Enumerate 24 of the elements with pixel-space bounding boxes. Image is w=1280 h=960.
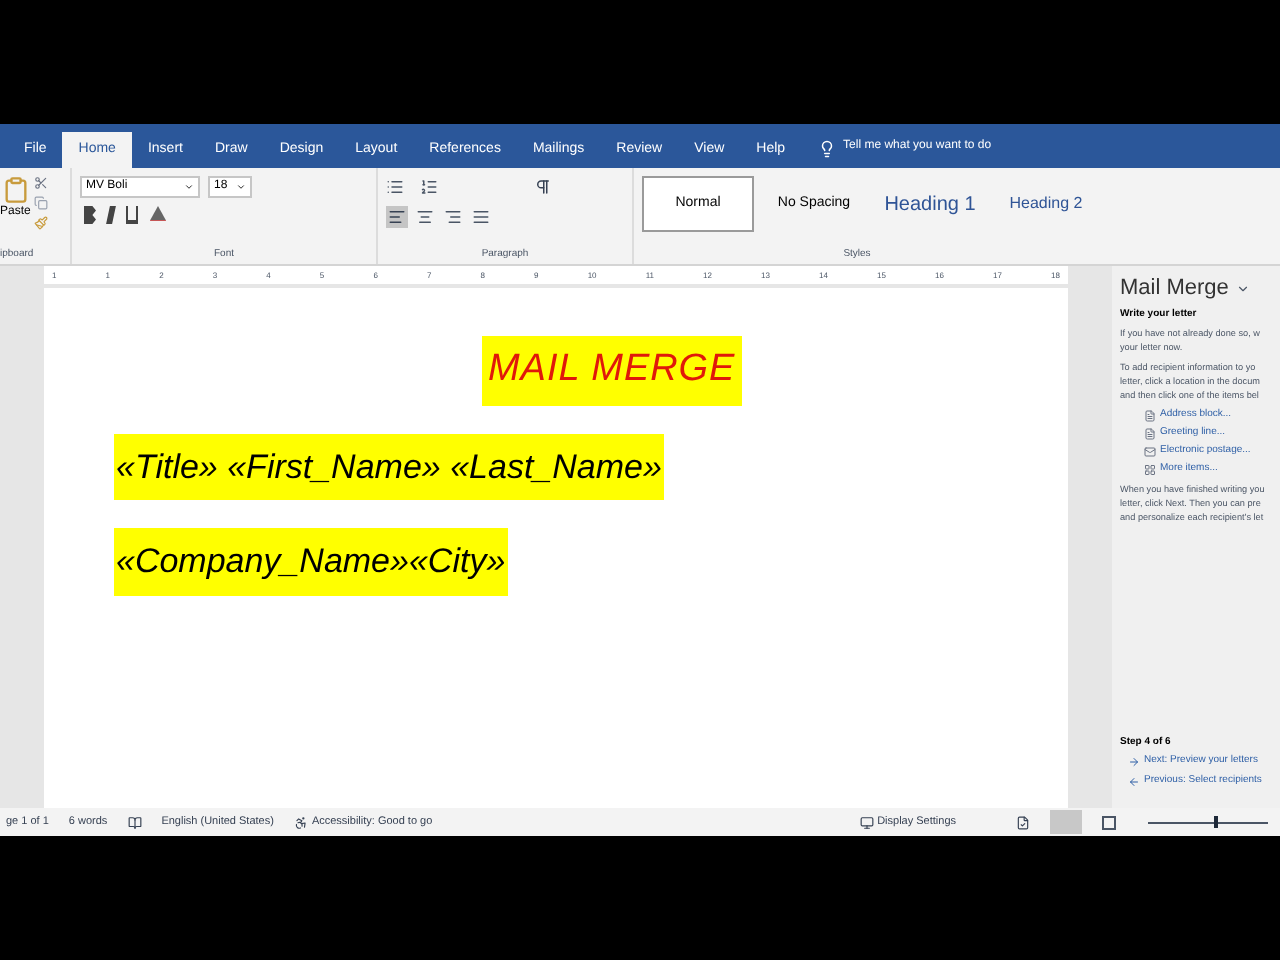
chevron-icon <box>184 182 194 192</box>
clipboard-icon <box>1 176 30 204</box>
pane-title: Mail Merge <box>1120 274 1229 302</box>
zoom-slider[interactable] <box>1148 816 1268 828</box>
cut-icon[interactable] <box>34 176 49 190</box>
arrow-left-icon <box>1128 775 1140 787</box>
arrow-right-icon <box>1128 755 1140 767</box>
document-title: MAIL MERGE <box>482 336 742 405</box>
lightbulb-icon <box>817 140 836 158</box>
proofing-icon[interactable] <box>127 815 142 829</box>
numbering-icon[interactable] <box>420 178 438 196</box>
align-icon[interactable] <box>442 206 464 228</box>
align-icon[interactable] <box>386 206 408 228</box>
monitor-icon <box>859 815 874 829</box>
read-mode-icon[interactable] <box>1016 815 1030 829</box>
align-icon[interactable] <box>470 206 492 228</box>
pilcrow-icon[interactable] <box>534 178 552 196</box>
style-option[interactable]: Heading 1 <box>874 176 986 232</box>
accessibility-icon <box>293 815 308 829</box>
align-icon[interactable] <box>414 206 436 228</box>
style-option[interactable]: Heading 2 <box>990 176 1102 232</box>
bullets-icon[interactable] <box>386 178 404 196</box>
chevron-icon <box>236 182 246 192</box>
chevron-icon[interactable] <box>1236 281 1251 295</box>
